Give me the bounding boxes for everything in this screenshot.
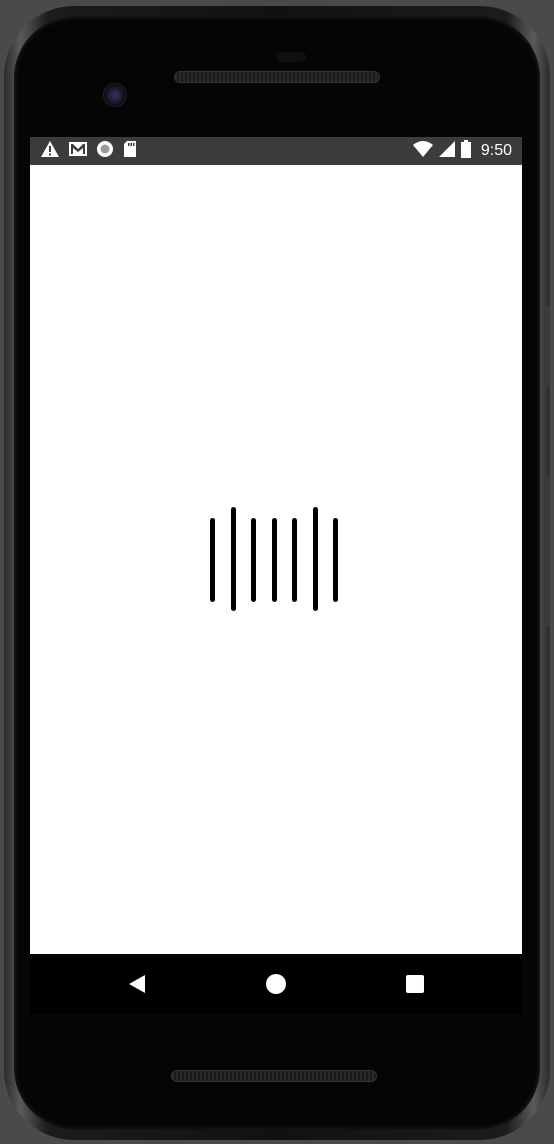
front-camera xyxy=(103,83,127,107)
loading-bar xyxy=(272,518,277,602)
home-icon[interactable] xyxy=(262,970,290,998)
bottom-speaker-grille xyxy=(171,1070,377,1082)
loading-bar xyxy=(251,518,256,602)
system-status-icons: 9:50 xyxy=(412,139,512,163)
status-bar: 9:50 xyxy=(30,137,522,165)
barcode-loading-icon xyxy=(210,507,342,611)
volume-button[interactable] xyxy=(544,476,550,626)
loading-bar xyxy=(210,518,215,602)
record-icon xyxy=(96,140,114,163)
cell-signal-icon xyxy=(438,140,455,162)
loading-bar xyxy=(231,507,236,611)
gmail-icon xyxy=(68,140,88,163)
warning-icon xyxy=(40,140,60,163)
loading-bar xyxy=(333,518,338,602)
loading-bar xyxy=(292,518,297,602)
top-speaker-grille xyxy=(174,71,380,83)
proximity-sensor xyxy=(276,52,306,62)
wifi-icon xyxy=(412,140,433,162)
app-content xyxy=(30,165,522,954)
sd-card-icon xyxy=(122,140,138,163)
loading-bar xyxy=(313,507,318,611)
status-clock: 9:50 xyxy=(480,142,512,159)
power-button[interactable] xyxy=(544,306,550,386)
back-icon[interactable] xyxy=(123,970,151,998)
phone-screen: 9:50 xyxy=(30,137,522,954)
battery-icon xyxy=(460,139,471,163)
navigation-bar xyxy=(30,954,522,1014)
recents-icon[interactable] xyxy=(401,970,429,998)
notification-icons xyxy=(40,140,138,163)
